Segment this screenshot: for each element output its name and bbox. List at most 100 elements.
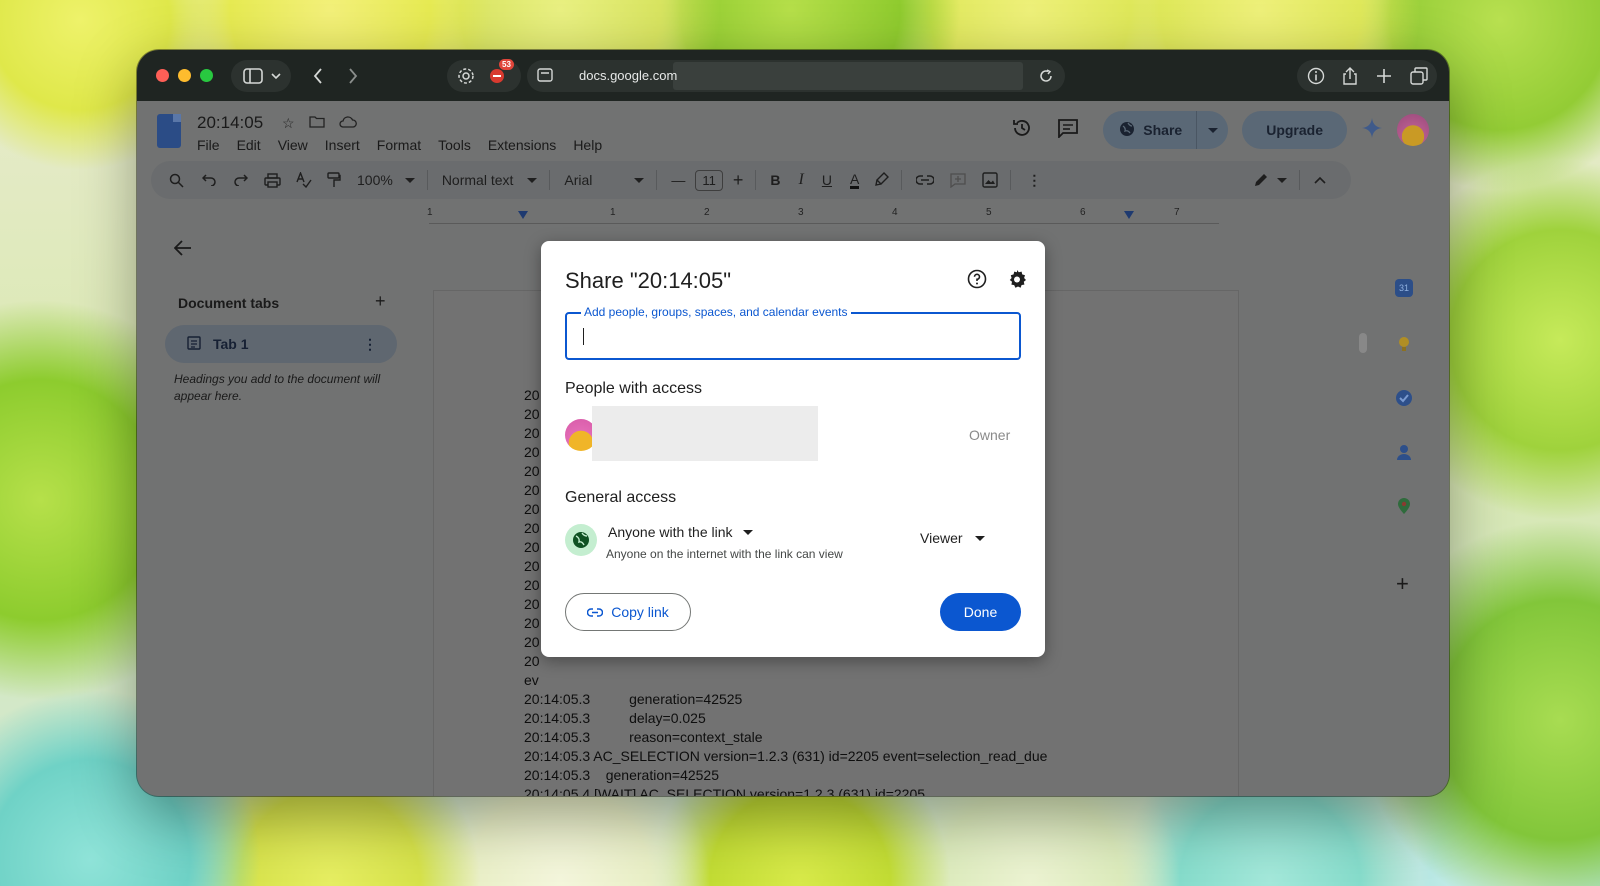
menu-format[interactable]: Format — [377, 137, 421, 153]
move-folder-icon[interactable] — [308, 115, 325, 132]
text-color-icon[interactable]: A — [850, 172, 860, 189]
back-icon[interactable] — [313, 68, 323, 84]
document-title[interactable]: 20:14:05 — [197, 113, 263, 133]
undo-icon[interactable] — [202, 174, 217, 186]
sidebar-item-tab-1[interactable]: Tab 1 ⋮ — [165, 325, 397, 363]
link-icon[interactable] — [916, 175, 935, 185]
blocker-icon[interactable] — [489, 68, 505, 84]
chevron-down-icon[interactable] — [271, 72, 281, 80]
zoom-window-button[interactable] — [200, 69, 213, 82]
document-line[interactable]: ev — [524, 671, 1047, 690]
tab-overview-icon[interactable] — [1410, 67, 1428, 85]
close-window-button[interactable] — [156, 69, 169, 82]
help-icon[interactable] — [967, 269, 987, 294]
document-line[interactable]: 20:14:05.3 reason=context_stale — [524, 728, 1047, 747]
minimize-window-button[interactable] — [178, 69, 191, 82]
back-arrow-icon[interactable] — [173, 239, 192, 262]
zoom-select[interactable]: 100% — [357, 172, 415, 188]
scrollbar-thumb[interactable] — [1359, 333, 1367, 353]
document-outline-sidebar: Document tabs + Tab 1 ⋮ Headings you add… — [150, 225, 410, 785]
info-icon[interactable] — [1307, 67, 1325, 85]
share-dropdown[interactable] — [1196, 111, 1228, 149]
document-line[interactable]: 20:14:05.3 generation=42525 — [524, 690, 1047, 709]
star-icon[interactable]: ☆ — [282, 115, 295, 132]
docs-logo-icon[interactable] — [157, 114, 181, 148]
print-icon[interactable] — [264, 172, 281, 188]
share-button[interactable]: Share — [1103, 111, 1229, 149]
reload-icon[interactable] — [1039, 69, 1053, 83]
italic-icon[interactable]: I — [799, 171, 804, 189]
increase-font-icon[interactable]: + — [733, 170, 744, 191]
highlight-icon[interactable] — [875, 172, 890, 188]
document-line[interactable]: 20:14:05.3 AC_SELECTION version=1.2.3 (6… — [524, 747, 1047, 766]
get-addons-icon[interactable]: + — [1396, 571, 1409, 597]
add-people-field[interactable]: Add people, groups, spaces, and calendar… — [565, 305, 1021, 360]
share-icon[interactable] — [1342, 67, 1358, 85]
font-size-input[interactable]: 11 — [695, 169, 723, 191]
cloud-status-icon[interactable] — [338, 115, 357, 132]
menu-view[interactable]: View — [278, 137, 308, 153]
menu-edit[interactable]: Edit — [237, 137, 261, 153]
right-indent-marker[interactable] — [1124, 211, 1134, 219]
underline-icon[interactable]: U — [822, 172, 832, 188]
left-indent-marker[interactable] — [518, 211, 528, 219]
account-avatar[interactable] — [1397, 114, 1429, 146]
maps-icon[interactable] — [1395, 497, 1413, 515]
document-line[interactable]: 20:14:05.3 generation=42525 — [524, 766, 1047, 785]
menu-bar: File Edit View Insert Format Tools Exten… — [197, 137, 602, 153]
comments-icon[interactable] — [1057, 118, 1079, 143]
style-select[interactable]: Normal text — [442, 172, 538, 188]
menu-insert[interactable]: Insert — [325, 137, 360, 153]
collapse-menus-icon[interactable] — [1314, 176, 1326, 184]
new-tab-icon[interactable] — [1377, 69, 1391, 83]
settings-gear-icon[interactable] — [1007, 269, 1027, 294]
add-comment-icon[interactable] — [950, 172, 966, 188]
contacts-icon[interactable] — [1395, 443, 1413, 461]
paint-format-icon[interactable] — [327, 172, 341, 188]
version-history-icon[interactable] — [1011, 117, 1033, 144]
ruler[interactable]: 1 1 2 3 4 5 6 7 — [427, 207, 1219, 224]
tasks-icon[interactable] — [1395, 389, 1413, 407]
gear-icon[interactable] — [457, 67, 475, 85]
owner-role-label: Owner — [969, 427, 1011, 443]
menu-extensions[interactable]: Extensions — [488, 137, 556, 153]
ruler-mark: 1 — [610, 207, 616, 218]
role-select[interactable]: Viewer — [920, 530, 985, 546]
globe-icon — [565, 524, 597, 556]
upgrade-button[interactable]: Upgrade — [1242, 111, 1347, 149]
menu-file[interactable]: File — [197, 137, 220, 153]
decrease-font-icon[interactable]: — — [671, 172, 685, 188]
add-people-input[interactable] — [581, 326, 1001, 348]
general-access-select[interactable]: Anyone with the link — [608, 524, 753, 540]
people-with-access-title: People with access — [565, 380, 702, 397]
search-icon[interactable] — [169, 173, 184, 188]
font-select[interactable]: Arial — [564, 172, 645, 188]
link-icon — [586, 604, 604, 620]
editing-mode-icon[interactable] — [1253, 172, 1288, 188]
page-settings-icon[interactable] — [537, 68, 553, 82]
add-people-label: Add people, groups, spaces, and calendar… — [581, 305, 851, 319]
redo-icon[interactable] — [233, 174, 248, 186]
gemini-icon[interactable] — [1361, 117, 1383, 144]
copy-link-button[interactable]: Copy link — [565, 593, 691, 631]
document-line[interactable]: 20:14:05.3 delay=0.025 — [524, 709, 1047, 728]
sidebar-toggle-group[interactable] — [231, 60, 291, 92]
address-text[interactable]: docs.google.com — [579, 68, 677, 83]
calendar-icon[interactable]: 31 — [1395, 279, 1413, 297]
forward-icon[interactable] — [348, 68, 358, 84]
sidebar-icon[interactable] — [243, 68, 263, 84]
document-line[interactable]: 20:14:05.4 [WAIT] AC_SELECTION version=1… — [524, 785, 1047, 796]
add-tab-icon[interactable]: + — [375, 291, 386, 312]
toolbar-divider — [901, 170, 903, 190]
tab-more-icon[interactable]: ⋮ — [363, 336, 377, 353]
address-bar[interactable]: docs.google.com — [527, 60, 1065, 92]
menu-help[interactable]: Help — [573, 137, 602, 153]
more-options-icon[interactable]: ⋮ — [1027, 172, 1041, 189]
bold-icon[interactable]: B — [770, 172, 780, 188]
ruler-mark: 4 — [892, 207, 898, 218]
done-button[interactable]: Done — [940, 593, 1021, 631]
menu-tools[interactable]: Tools — [438, 137, 471, 153]
insert-image-icon[interactable] — [982, 172, 999, 188]
spellcheck-icon[interactable] — [296, 172, 312, 188]
keep-icon[interactable] — [1395, 335, 1413, 353]
